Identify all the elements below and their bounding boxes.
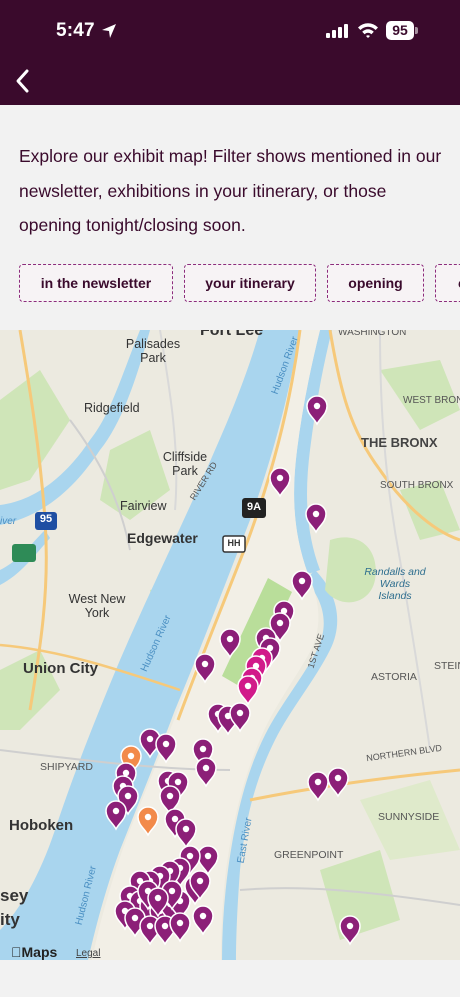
status-time: 5:47: [56, 20, 95, 41]
filter-itinerary-chip[interactable]: your itinerary: [184, 264, 316, 302]
apple-maps-logo: Maps: [11, 944, 57, 960]
exhibit-pin[interactable]: [105, 800, 127, 831]
exhibit-pin[interactable]: [137, 806, 159, 837]
exhibit-pin[interactable]: [195, 757, 217, 788]
exhibit-pin[interactable]: [175, 818, 197, 849]
exhibit-pin[interactable]: [194, 653, 216, 684]
intro-text: Explore our exhibit map! Filter shows me…: [19, 146, 442, 235]
cellular-signal-icon: [326, 24, 348, 38]
exhibit-pin[interactable]: [291, 570, 313, 601]
exhibit-pin[interactable]: [169, 912, 191, 943]
bottom-spacer: [0, 960, 460, 997]
exhibit-pins-layer: [105, 395, 361, 946]
exhibit-pin[interactable]: [269, 467, 291, 498]
exhibit-map[interactable]: Fort Lee WASHINGTON Palisades Park Ridge…: [0, 330, 460, 960]
battery-icon: 95: [386, 21, 418, 41]
exhibit-pin[interactable]: [306, 395, 328, 426]
apple-icon: : [11, 944, 22, 960]
exhibit-pin[interactable]: [305, 503, 327, 534]
map-legal-link[interactable]: Legal: [76, 948, 100, 959]
filter-closing-chip[interactable]: c: [435, 264, 460, 302]
location-arrow-icon: [102, 24, 116, 38]
exhibit-pin[interactable]: [155, 733, 177, 764]
filter-bar: in the newsletter your itinerary opening…: [19, 264, 460, 302]
exhibit-pin[interactable]: [219, 628, 241, 659]
exhibit-pin[interactable]: [327, 767, 349, 798]
back-button[interactable]: [10, 64, 40, 98]
exhibit-pin[interactable]: [339, 915, 361, 946]
exhibit-pin[interactable]: [192, 905, 214, 936]
exhibit-pin[interactable]: [307, 771, 329, 802]
filter-newsletter-chip[interactable]: in the newsletter: [19, 264, 173, 302]
exhibit-pin[interactable]: [237, 675, 259, 706]
exhibit-pin[interactable]: [197, 845, 219, 876]
wifi-icon: [358, 23, 378, 38]
top-bar: 5:47 95: [0, 0, 460, 105]
filter-opening-chip[interactable]: opening: [327, 264, 424, 302]
battery-level: 95: [386, 21, 414, 40]
